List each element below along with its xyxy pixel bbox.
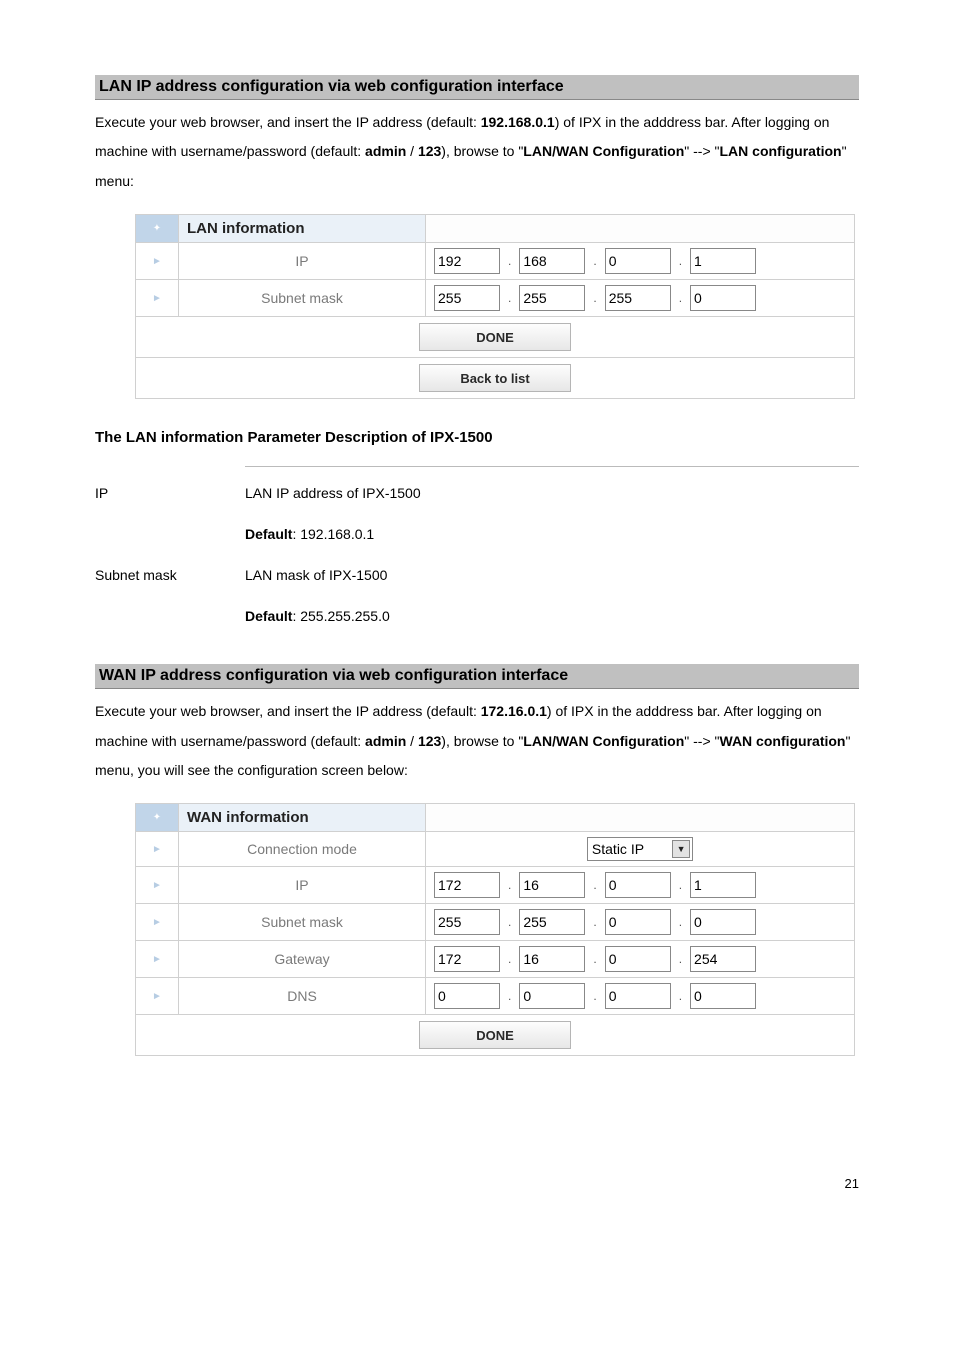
ip-octet-input[interactable]: 1 [690, 872, 756, 898]
ip-octet-input[interactable]: 0 [605, 983, 671, 1009]
param-default-label: Default [245, 608, 292, 624]
wan-table-title: WAN information [179, 804, 426, 832]
ip-input-group: 172. 16. 0. 1 [434, 872, 846, 898]
param-default-value: : 192.168.0.1 [292, 526, 374, 542]
param-label: Subnet mask [95, 567, 245, 583]
row-label: Gateway [179, 941, 426, 978]
text-bold: WAN configuration [720, 733, 846, 749]
row-marker-icon: ► [136, 243, 179, 280]
lan-information-table: ✦ LAN information ► IP 192. 168. 0. 1 ► … [135, 214, 855, 399]
gateway-input-group: 172. 16. 0. 254 [434, 946, 846, 972]
param-default-label: Default [245, 526, 292, 542]
text-bold: 172.16.0.1 [481, 703, 547, 719]
collapse-icon[interactable]: ✦ [136, 215, 179, 243]
connection-mode-select[interactable]: Static IP ▼ [587, 837, 693, 861]
row-label: IP [179, 867, 426, 904]
back-to-list-button[interactable]: Back to list [419, 364, 571, 392]
text: / [406, 143, 418, 159]
ip-octet-input[interactable]: 0 [605, 946, 671, 972]
ip-octet-input[interactable]: 192 [434, 248, 500, 274]
text: " --> " [684, 143, 719, 159]
text-bold: LAN/WAN Configuration [523, 733, 684, 749]
text-bold: admin [365, 733, 406, 749]
collapse-icon[interactable]: ✦ [136, 804, 179, 832]
subnet-input-group: 255. 255. 0. 0 [434, 909, 846, 935]
done-button[interactable]: DONE [419, 323, 571, 351]
ip-octet-input[interactable]: 0 [690, 285, 756, 311]
lan-intro-paragraph: Execute your web browser, and insert the… [95, 108, 859, 196]
ip-octet-input[interactable]: 0 [690, 909, 756, 935]
ip-octet-input[interactable]: 172 [434, 946, 500, 972]
text-bold: 123 [418, 733, 441, 749]
ip-octet-input[interactable]: 16 [519, 872, 585, 898]
text-bold: LAN configuration [720, 143, 842, 159]
row-marker-icon: ► [136, 867, 179, 904]
ip-octet-input[interactable]: 255 [434, 285, 500, 311]
row-marker-icon: ► [136, 978, 179, 1015]
select-value: Static IP [592, 841, 644, 857]
ip-octet-input[interactable]: 255 [519, 285, 585, 311]
row-marker-icon: ► [136, 280, 179, 317]
text: " --> " [684, 733, 719, 749]
text: ), browse to " [441, 733, 523, 749]
ip-octet-input[interactable]: 0 [605, 248, 671, 274]
wan-heading: WAN IP address configuration via web con… [95, 664, 859, 689]
ip-octet-input[interactable]: 172 [434, 872, 500, 898]
done-button[interactable]: DONE [419, 1021, 571, 1049]
text: Execute your web browser, and insert the… [95, 114, 481, 130]
lan-table-title: LAN information [179, 215, 426, 243]
ip-octet-input[interactable]: 255 [605, 285, 671, 311]
ip-octet-input[interactable]: 0 [519, 983, 585, 1009]
row-marker-icon: ► [136, 904, 179, 941]
ip-octet-input[interactable]: 254 [690, 946, 756, 972]
ip-octet-input[interactable]: 0 [434, 983, 500, 1009]
ip-octet-input[interactable]: 0 [605, 872, 671, 898]
wan-information-table: ✦ WAN information ► Connection mode Stat… [135, 803, 855, 1056]
dns-input-group: 0. 0. 0. 0 [434, 983, 846, 1009]
row-label: Subnet mask [179, 904, 426, 941]
row-label: DNS [179, 978, 426, 1015]
row-marker-icon: ► [136, 832, 179, 867]
ip-octet-input[interactable]: 255 [434, 909, 500, 935]
ip-input-group: 192. 168. 0. 1 [434, 248, 846, 274]
param-label: IP [95, 485, 245, 501]
text: / [406, 733, 418, 749]
ip-octet-input[interactable]: 16 [519, 946, 585, 972]
row-marker-icon: ► [136, 941, 179, 978]
row-label: Connection mode [179, 832, 426, 867]
text: ), browse to " [441, 143, 523, 159]
text-bold: LAN/WAN Configuration [523, 143, 684, 159]
wan-intro-paragraph: Execute your web browser, and insert the… [95, 697, 859, 785]
ip-octet-input[interactable]: 255 [519, 909, 585, 935]
text-bold: 192.168.0.1 [481, 114, 555, 130]
text: Execute your web browser, and insert the… [95, 703, 481, 719]
ip-octet-input[interactable]: 1 [690, 248, 756, 274]
text-bold: admin [365, 143, 406, 159]
chevron-down-icon[interactable]: ▼ [672, 840, 690, 858]
param-desc: LAN mask of IPX-1500 [245, 567, 859, 583]
ip-octet-input[interactable]: 168 [519, 248, 585, 274]
row-label: Subnet mask [179, 280, 426, 317]
ip-octet-input[interactable]: 0 [605, 909, 671, 935]
row-label: IP [179, 243, 426, 280]
divider [245, 466, 859, 467]
param-desc: LAN IP address of IPX-1500 [245, 485, 859, 501]
lan-heading: LAN IP address configuration via web con… [95, 75, 859, 100]
param-default-value: : 255.255.255.0 [292, 608, 389, 624]
page-number: 21 [95, 1176, 859, 1191]
param-heading: The LAN information Parameter Descriptio… [95, 429, 859, 446]
subnet-input-group: 255. 255. 255. 0 [434, 285, 846, 311]
text-bold: 123 [418, 143, 441, 159]
ip-octet-input[interactable]: 0 [690, 983, 756, 1009]
